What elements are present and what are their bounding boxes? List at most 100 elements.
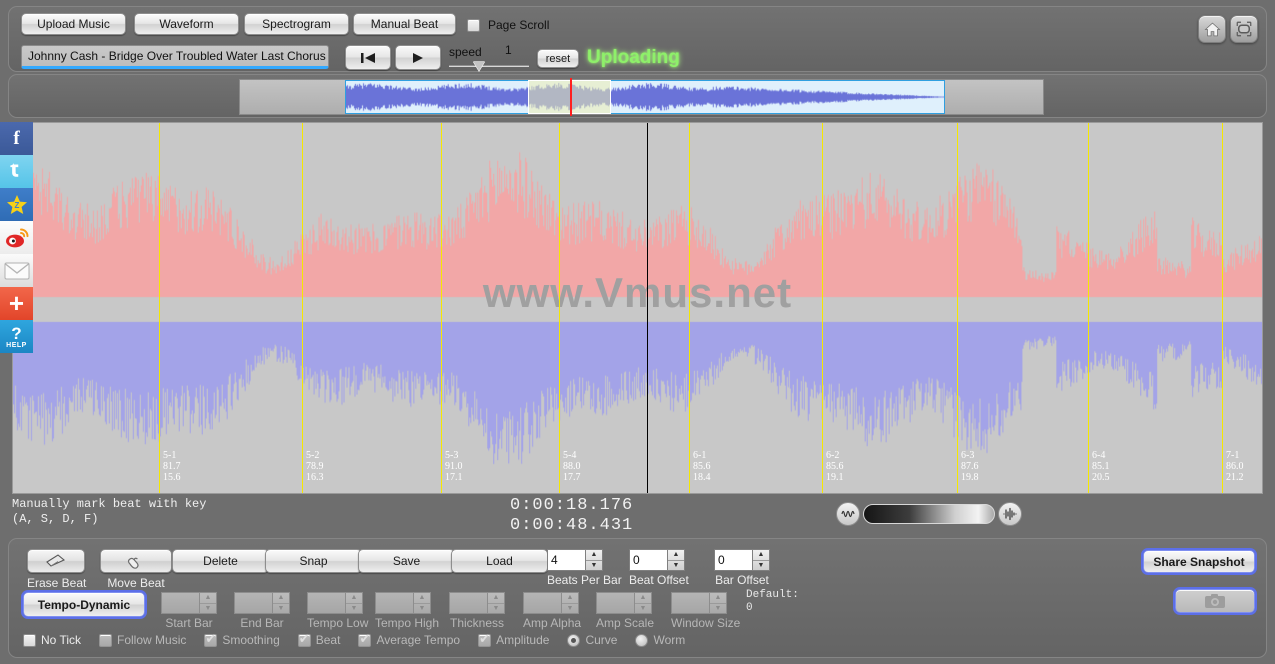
bottom-control-panel: Erase Beat Move Beat Delete Snap Save Lo… xyxy=(8,538,1267,658)
load-button[interactable]: Load xyxy=(451,549,548,573)
save-button[interactable]: Save xyxy=(358,549,455,573)
worm-radio xyxy=(635,633,649,647)
stepper-tempo-low[interactable]: ▲ ▼ Tempo Low xyxy=(307,592,368,630)
more-share-icon[interactable]: + xyxy=(0,287,33,320)
beat-line-7-1[interactable] xyxy=(1222,123,1223,493)
beat-offset-value[interactable]: 0 xyxy=(629,549,667,571)
beat-tempo: 88.0 xyxy=(563,461,581,472)
hand-icon[interactable] xyxy=(100,549,172,573)
main-waveform-display[interactable]: www.Vmus.net 5-1 81.7 15.6 5-2 78.9 16.3 5-3 91… xyxy=(12,122,1263,494)
help-icon[interactable]: ? HELP xyxy=(0,320,33,353)
follow-music-checkbox xyxy=(99,633,113,647)
fullscreen-icon[interactable] xyxy=(1230,15,1258,43)
beat-label-6-3: 6-3 87.6 19.8 xyxy=(961,450,979,483)
beat-offset-label: Beat Offset xyxy=(629,573,689,587)
home-icon[interactable] xyxy=(1198,15,1226,43)
stepper-thickness[interactable]: ▲ ▼ Thickness xyxy=(449,592,505,630)
spectrogram-button[interactable]: Spectrogram xyxy=(244,13,349,35)
beat-line-6-3[interactable] xyxy=(957,123,958,493)
weibo-icon[interactable] xyxy=(0,221,33,254)
bar-offset-arrows[interactable]: ▲ ▼ xyxy=(752,549,770,571)
speed-track[interactable] xyxy=(449,65,529,67)
playhead-bar-line[interactable] xyxy=(647,123,648,493)
stepper-amp-alpha[interactable]: ▲ ▼ Amp Alpha xyxy=(523,592,581,630)
amp-scale-value xyxy=(596,592,634,614)
beat-line-5-1[interactable] xyxy=(159,123,160,493)
beats-per-bar-arrows[interactable]: ▲ ▼ xyxy=(585,549,603,571)
erase-beat-tool[interactable]: Erase Beat xyxy=(27,549,86,590)
stepper-bar-offset[interactable]: 0 ▲ ▼ Bar Offset xyxy=(714,549,770,587)
email-icon[interactable] xyxy=(0,254,33,287)
twitter-icon[interactable] xyxy=(0,155,33,188)
skip-to-start-button[interactable] xyxy=(345,45,391,70)
no-tick-checkbox[interactable] xyxy=(23,633,36,647)
beats-per-bar-value[interactable]: 4 xyxy=(547,549,585,571)
beat-id: 7-1 xyxy=(1226,450,1240,461)
beats-per-bar-down-arrow-icon[interactable]: ▼ xyxy=(586,561,602,571)
camera-button[interactable] xyxy=(1173,587,1257,615)
bar-offset-label: Bar Offset xyxy=(715,573,769,587)
beat-offset-up-arrow-icon[interactable]: ▲ xyxy=(668,550,684,561)
top-toolbar: Upload Music Waveform Spectrogram Manual… xyxy=(8,6,1267,72)
window-size-arrows: ▲ ▼ xyxy=(709,592,727,614)
upload-music-button[interactable]: Upload Music xyxy=(21,13,126,35)
amp-scale-arrows: ▲ ▼ xyxy=(634,592,652,614)
song-title-field[interactable]: Johnny Cash - Bridge Over Troubled Water… xyxy=(21,45,329,69)
beat-line-6-1[interactable] xyxy=(689,123,690,493)
move-beat-tool[interactable]: Move Beat xyxy=(100,549,172,590)
minimap-loaded-region[interactable] xyxy=(345,80,945,114)
beat-line-5-4[interactable] xyxy=(559,123,560,493)
page-scroll-control[interactable]: Page Scroll xyxy=(467,18,549,32)
waveform-high-icon[interactable] xyxy=(998,502,1022,526)
stepper-beats-per-bar[interactable]: 4 ▲ ▼ Beats Per Bar xyxy=(547,549,622,587)
share-snapshot-button[interactable]: Share Snapshot xyxy=(1141,548,1257,575)
beat-offset-arrows[interactable]: ▲ ▼ xyxy=(667,549,685,571)
manual-beat-button[interactable]: Manual Beat xyxy=(353,13,456,35)
stepper-start-bar[interactable]: ▲ ▼ Start Bar xyxy=(161,592,217,630)
beat-label-5-4: 5-4 88.0 17.7 xyxy=(563,450,581,483)
option-no-tick[interactable]: No Tick xyxy=(23,633,81,647)
amp-alpha-value xyxy=(523,592,561,614)
beat-line-5-2[interactable] xyxy=(302,123,303,493)
stepper-amp-scale[interactable]: ▲ ▼ Amp Scale xyxy=(596,592,654,630)
option-follow-music: Follow Music xyxy=(99,633,186,647)
waveform-low-icon[interactable] xyxy=(836,502,860,526)
minimap-playhead[interactable] xyxy=(570,78,572,116)
delete-button[interactable]: Delete xyxy=(172,549,269,573)
beat-checkbox xyxy=(297,631,311,647)
snap-button[interactable]: Snap xyxy=(265,549,362,573)
bar-offset-down-arrow-icon[interactable]: ▼ xyxy=(753,561,769,571)
play-button[interactable] xyxy=(395,45,441,70)
beat-offset-down-arrow-icon[interactable]: ▼ xyxy=(668,561,684,571)
tempo-dynamic-button[interactable]: Tempo-Dynamic xyxy=(21,590,147,619)
page-scroll-checkbox[interactable] xyxy=(467,18,480,32)
reset-button[interactable]: reset xyxy=(537,49,579,68)
speed-knob[interactable] xyxy=(473,61,485,71)
stepper-window-size[interactable]: ▲ ▼ Window Size xyxy=(671,592,740,630)
beat-label-5-1: 5-1 81.7 15.6 xyxy=(163,450,181,483)
keyboard-hint: Manually mark beat with key (A, S, D, F) xyxy=(12,497,206,527)
beat-line-6-4[interactable] xyxy=(1088,123,1089,493)
camera-icon xyxy=(1205,594,1225,608)
stepper-end-bar[interactable]: ▲ ▼ End Bar xyxy=(234,592,290,630)
option-curve: Curve xyxy=(567,633,617,647)
amp-scale-label: Amp Scale xyxy=(596,616,655,630)
facebook-icon[interactable]: f xyxy=(0,122,33,155)
stepper-beat-offset[interactable]: 0 ▲ ▼ Beat Offset xyxy=(629,549,689,587)
waveform-button[interactable]: Waveform xyxy=(134,13,239,35)
bar-offset-up-arrow-icon[interactable]: ▲ xyxy=(753,550,769,561)
speed-slider[interactable]: speed 1 xyxy=(449,43,531,73)
qzone-icon[interactable]: Z xyxy=(0,188,33,221)
beat-line-5-3[interactable] xyxy=(441,123,442,493)
volume-control[interactable] xyxy=(836,502,1022,526)
bar-offset-value[interactable]: 0 xyxy=(714,549,752,571)
overview-minimap[interactable] xyxy=(239,78,1044,116)
stepper-tempo-high[interactable]: ▲ ▼ Tempo High xyxy=(375,592,439,630)
beat-label-6-4: 6-4 85.1 20.5 xyxy=(1092,450,1110,483)
help-question-mark: ? xyxy=(11,324,22,343)
beats-per-bar-up-arrow-icon[interactable]: ▲ xyxy=(586,550,602,561)
eraser-icon[interactable] xyxy=(27,549,85,573)
beat-line-6-2[interactable] xyxy=(822,123,823,493)
window-size-label: Window Size xyxy=(671,616,741,630)
volume-slider-track[interactable] xyxy=(863,504,995,524)
